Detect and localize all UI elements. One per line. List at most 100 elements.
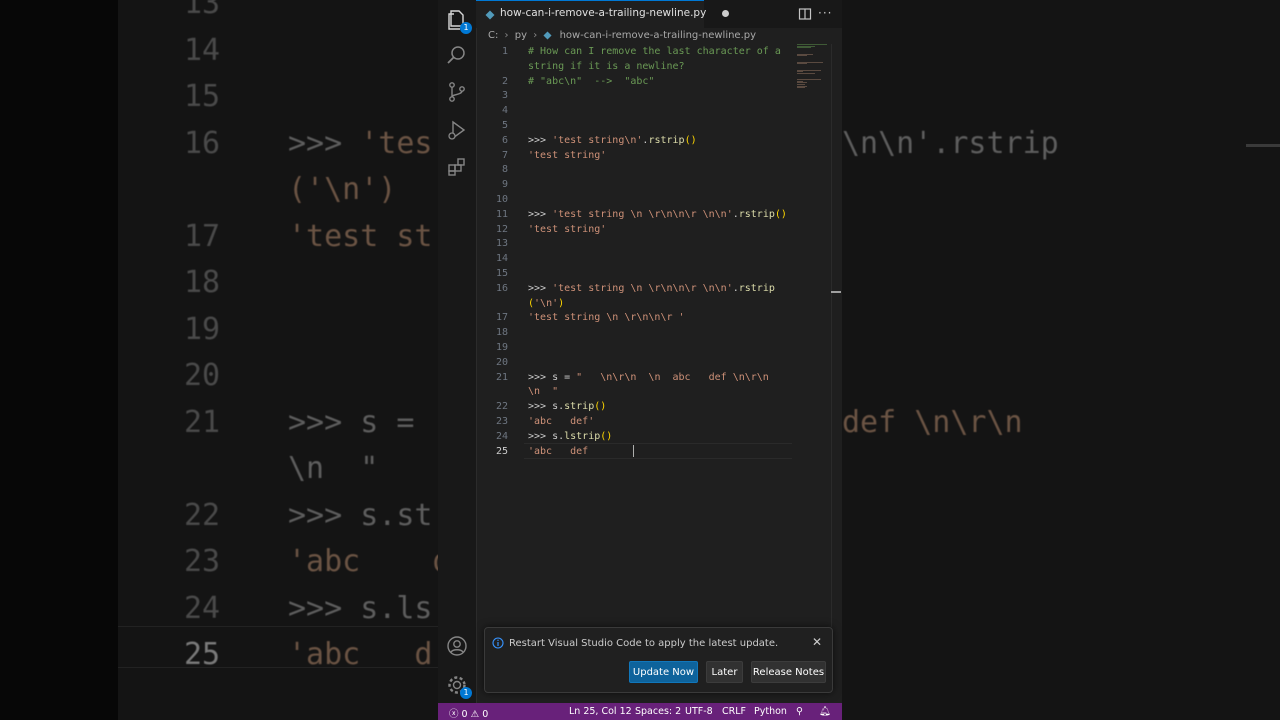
update-now-button[interactable]: Update Now xyxy=(629,661,698,683)
code-line[interactable]: 'test string' xyxy=(528,224,606,235)
line-ending[interactable]: CRLF xyxy=(722,706,746,717)
code-token: " \n\r\n \n abc def \n\r\n xyxy=(576,371,769,383)
line-number: 19 xyxy=(495,342,508,353)
code-line[interactable]: >>> s = " \n\r\n \n abc def \n\r\n xyxy=(528,372,769,383)
code-line[interactable]: 'abc def xyxy=(528,446,594,457)
extensions-icon[interactable] xyxy=(445,155,469,179)
code-token: 'test string \n \r\n\n\r \n\n' xyxy=(552,208,733,220)
editor-tab[interactable]: how-can-i-remove-a-trailing-newline.py xyxy=(476,0,707,28)
code-line[interactable]: # How can I remove the last character of… xyxy=(528,46,781,57)
indentation[interactable]: Spaces: 2 xyxy=(635,706,681,717)
warning-icon: ⚠ xyxy=(470,709,480,720)
warning-count: 0 xyxy=(482,709,489,720)
background-code: 'abc d xyxy=(288,637,433,672)
background-code-string: 'test st xyxy=(288,218,433,254)
code-token: 'test string\n' xyxy=(552,134,643,146)
background-line-number: 24 xyxy=(184,590,221,626)
code-token: 'test string \n \r\n\n\r \n\n' xyxy=(552,282,733,294)
minimap-line xyxy=(797,55,807,57)
code-token: ) xyxy=(558,297,565,309)
code-line[interactable]: 'test string \n \r\n\n\r ' xyxy=(528,312,685,323)
background-line-number: 18 xyxy=(184,265,221,300)
code-line[interactable]: string if it is a newline? xyxy=(528,61,685,72)
code-line[interactable]: >>> s.strip() xyxy=(528,401,606,412)
code-token: # How can I remove the last character of… xyxy=(528,46,781,57)
editor-scrollbar-track xyxy=(831,44,832,627)
background-code: >>> 'tes xyxy=(288,126,433,161)
explorer-icon[interactable]: 1 xyxy=(445,8,472,34)
minimap[interactable] xyxy=(795,44,831,94)
search-icon[interactable] xyxy=(445,43,469,67)
code-line[interactable]: # "abc\n" --> "abc" xyxy=(528,76,654,87)
background-line-number: 21 xyxy=(184,404,221,440)
code-line[interactable]: >>> 'test string \n \r\n\n\r \n\n'.rstri… xyxy=(528,283,775,294)
line-number: 11 xyxy=(495,208,508,220)
background-line-number: 23 xyxy=(184,544,221,579)
code-line[interactable]: >>> 'test string\n'.rstrip() xyxy=(528,135,697,146)
background-code: >>> s = xyxy=(288,405,414,440)
code-line[interactable]: 'test string' xyxy=(528,150,606,161)
background-code: >>> s.ls xyxy=(288,591,433,626)
background-code-text: >>> s.st xyxy=(288,497,433,533)
notifications-bell-icon[interactable]: 🔔︎ xyxy=(819,706,831,717)
chevron-right-icon: › xyxy=(533,30,538,41)
minimap-line xyxy=(797,63,807,65)
split-editor-icon[interactable] xyxy=(798,7,812,21)
scrollbar-position-mark[interactable] xyxy=(831,291,841,293)
more-actions-icon[interactable]: ··· xyxy=(818,6,832,20)
later-button[interactable]: Later xyxy=(706,661,743,683)
cursor-position[interactable]: Ln 25, Col 12 xyxy=(569,706,632,717)
line-number: 18 xyxy=(495,327,508,339)
code-line[interactable]: \n " xyxy=(528,386,558,397)
code-line[interactable]: >>> 'test string \n \r\n\n\r \n\n'.rstri… xyxy=(528,209,787,220)
copilot-icon[interactable]: ⚲ xyxy=(796,706,803,717)
line-number: 4 xyxy=(501,105,508,117)
language-mode[interactable]: Python xyxy=(754,706,787,717)
line-number: 25 xyxy=(495,445,508,457)
background-code: >>> s.st xyxy=(288,498,433,533)
encoding[interactable]: UTF-8 xyxy=(685,706,713,717)
code-token: rstrip xyxy=(648,134,685,146)
close-icon[interactable]: ✕ xyxy=(812,635,822,649)
status-bar: ⓧ 0 ⚠ 0 Ln 25, Col 12 Spaces: 2 UTF-8 CR… xyxy=(438,703,842,720)
line-number: 7 xyxy=(501,149,508,161)
code-line[interactable]: >>> s.lstrip() xyxy=(528,431,612,442)
line-number: 6 xyxy=(501,134,508,146)
breadcrumb-item-file[interactable]: how-can-i-remove-a-trailing-newline.py xyxy=(560,30,756,41)
minimap-line xyxy=(797,47,811,49)
tab-title: how-can-i-remove-a-trailing-newline.py xyxy=(500,7,707,19)
problems-indicator[interactable]: ⓧ 0 ⚠ 0 xyxy=(449,706,488,720)
source-control-icon[interactable] xyxy=(445,80,469,104)
background-code: \n " xyxy=(288,451,378,486)
background-line-number: 25 xyxy=(184,637,221,672)
code-line[interactable]: 'abc def' xyxy=(528,416,594,427)
background-code-right: \n\n'.rstrip xyxy=(842,126,1059,161)
code-token: string if it is a newline? xyxy=(528,60,685,72)
code-token: lstrip xyxy=(564,430,601,442)
background-code: 'test st xyxy=(288,219,433,254)
activity-bar: 1 1 xyxy=(438,0,477,703)
breadcrumb-item-drive[interactable]: C: xyxy=(488,30,498,41)
account-icon[interactable] xyxy=(445,634,469,658)
chevron-right-icon: › xyxy=(504,30,509,41)
breadcrumb-item-folder[interactable]: py xyxy=(515,30,527,41)
code-editor[interactable]: 1 # How can I remove the last character o… xyxy=(476,44,833,627)
run-debug-icon[interactable] xyxy=(445,118,469,142)
settings-badge: 1 xyxy=(460,687,472,699)
python-file-icon xyxy=(485,10,495,20)
code-token: () xyxy=(594,401,607,413)
code-token: '\n' xyxy=(534,297,559,309)
release-notes-button[interactable]: Release Notes xyxy=(751,661,826,683)
background-line-number: 15 xyxy=(184,79,221,114)
line-number: 13 xyxy=(495,238,508,250)
background-code: 'abc d xyxy=(288,544,451,579)
python-file-icon xyxy=(543,31,552,40)
line-number: 16 xyxy=(495,282,508,294)
code-line[interactable]: ('\n') xyxy=(528,298,564,309)
settings-gear-icon[interactable]: 1 xyxy=(445,673,472,699)
line-number: 1 xyxy=(501,46,508,57)
code-token: rstrip xyxy=(738,208,775,220)
unsaved-dot-icon[interactable] xyxy=(722,10,729,17)
line-number: 14 xyxy=(495,253,508,265)
background-code-tail: \n\n'.rstrip xyxy=(842,125,1059,161)
